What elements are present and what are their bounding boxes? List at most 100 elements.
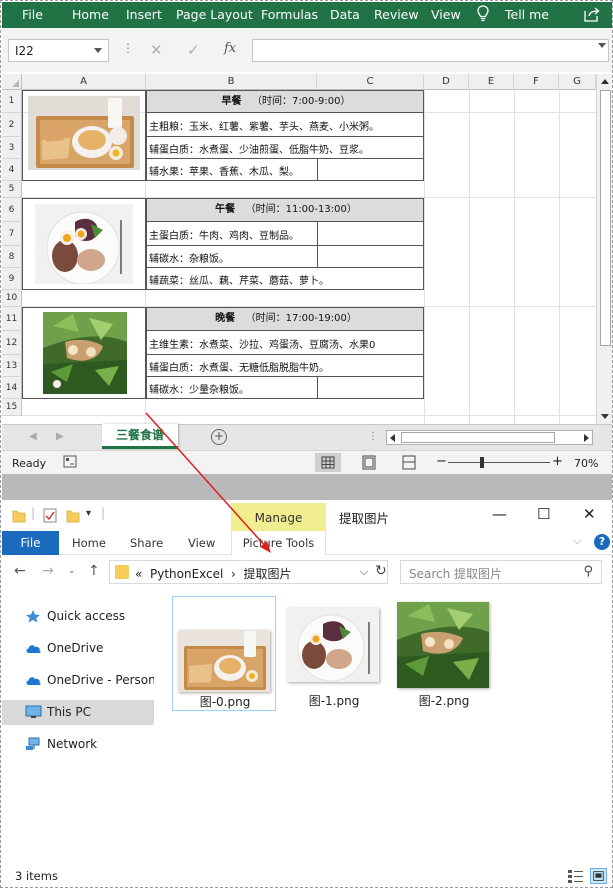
tab-file[interactable]: File xyxy=(22,7,43,22)
worksheet-grid[interactable]: A B C D E F G 1 2 3 4 5 6 7 8 9 10 11 12… xyxy=(2,72,612,424)
vertical-scrollbar[interactable] xyxy=(596,74,612,424)
zoom-slider-track[interactable] xyxy=(448,462,550,463)
macro-recording-icon[interactable] xyxy=(63,455,77,468)
column-header-d[interactable]: D xyxy=(424,74,469,90)
dinner-line-3[interactable]: 辅碳水：少量杂粮饭。 xyxy=(146,377,424,399)
row-header[interactable]: 15 xyxy=(2,399,22,416)
normal-view-button[interactable] xyxy=(315,453,341,472)
scroll-down-icon[interactable] xyxy=(601,414,609,419)
scroll-left-icon[interactable] xyxy=(390,434,395,442)
insert-function-button[interactable]: fx xyxy=(224,41,236,56)
column-header-e[interactable]: E xyxy=(469,74,514,90)
column-header-g[interactable]: G xyxy=(559,74,596,90)
nav-network[interactable]: Network xyxy=(2,732,154,757)
tab-view[interactable]: View xyxy=(188,536,215,550)
breadcrumb-current[interactable]: 提取图片 xyxy=(243,567,291,581)
search-icon[interactable]: ⚲ xyxy=(583,564,593,579)
tab-home[interactable]: Home xyxy=(72,536,106,550)
row-header[interactable]: 5 xyxy=(2,181,22,198)
dinner-line-1[interactable]: 主维生素：水煮菜、沙拉、鸡蛋汤、豆腐汤、水果0 xyxy=(146,331,424,355)
breakfast-line-2[interactable]: 辅蛋白质：水煮蛋、少油煎蛋、低脂牛奶、豆浆。 xyxy=(146,137,424,159)
row-header[interactable]: 8 xyxy=(2,246,22,268)
column-header-b[interactable]: B xyxy=(146,74,317,90)
nav-this-pc[interactable]: This PC xyxy=(2,700,154,725)
row-header[interactable]: 11 xyxy=(2,307,22,331)
scroll-up-icon[interactable] xyxy=(601,79,609,84)
manage-contextual-tab[interactable]: Manage xyxy=(231,503,326,531)
horizontal-scrollbar[interactable] xyxy=(386,430,593,445)
help-icon[interactable]: ? xyxy=(594,534,610,550)
row-header[interactable]: 13 xyxy=(2,355,22,377)
details-view-icon[interactable] xyxy=(567,868,584,884)
dinner-photo[interactable] xyxy=(43,312,127,394)
forward-arrow-icon[interactable]: → xyxy=(42,563,54,579)
add-sheet-icon[interactable]: + xyxy=(211,429,227,445)
row-header[interactable]: 9 xyxy=(2,268,22,290)
row-header[interactable]: 14 xyxy=(2,377,22,399)
lunch-line-1[interactable]: 主蛋白质：牛肉、鸡肉、豆制品。 xyxy=(146,222,424,246)
recent-locations-icon[interactable]: ⌄ xyxy=(68,566,76,576)
maximize-icon[interactable]: ☐ xyxy=(537,505,550,523)
sheet-tab-active[interactable]: 三餐食谱 xyxy=(102,424,178,449)
nav-onedrive[interactable]: OneDrive xyxy=(2,636,154,661)
zoom-out-button[interactable]: − xyxy=(436,454,447,469)
prev-sheet-icon[interactable]: ◀ xyxy=(29,431,37,442)
breakfast-line-3[interactable]: 辅水果：苹果、香蕉、木瓜、梨。 xyxy=(146,159,424,181)
tab-home[interactable]: Home xyxy=(72,7,109,22)
customize-toolbar-icon[interactable]: ▾ xyxy=(86,508,91,519)
back-arrow-icon[interactable]: ← xyxy=(14,563,26,579)
breakfast-photo[interactable] xyxy=(28,96,140,170)
new-folder-icon[interactable] xyxy=(66,508,80,523)
breadcrumb-parent[interactable]: PythonExcel xyxy=(150,567,223,581)
refresh-icon[interactable]: ↻ xyxy=(375,563,387,579)
expand-ribbon-icon[interactable]: ⌵ xyxy=(573,534,581,548)
cancel-icon[interactable]: ✕ xyxy=(150,41,163,59)
row-header[interactable]: 12 xyxy=(2,331,22,355)
zoom-in-button[interactable]: + xyxy=(552,454,563,469)
breadcrumb-separator[interactable]: › xyxy=(231,567,236,581)
address-bar[interactable]: « PythonExcel › 提取图片 ⌵ ↻ xyxy=(109,560,388,584)
folder-icon[interactable] xyxy=(12,508,26,523)
scroll-right-icon[interactable] xyxy=(584,434,589,442)
scroll-thumb[interactable] xyxy=(401,432,555,443)
page-layout-view-button[interactable] xyxy=(356,453,382,472)
row-header[interactable]: 7 xyxy=(2,222,22,246)
column-header-c[interactable]: C xyxy=(317,74,424,90)
tab-review[interactable]: Review xyxy=(374,7,419,22)
lunch-line-3[interactable]: 辅蔬菜：丝瓜、藕、芹菜、蘑菇、萝卜。 xyxy=(146,268,424,290)
row-header[interactable]: 3 xyxy=(2,137,22,159)
properties-icon[interactable] xyxy=(43,508,57,523)
next-sheet-icon[interactable]: ▶ xyxy=(56,431,64,442)
tab-insert[interactable]: Insert xyxy=(126,7,162,22)
tab-formulas[interactable]: Formulas xyxy=(261,7,318,22)
file-item[interactable]: 图-0.png xyxy=(172,596,276,711)
search-input[interactable]: Search 提取图片 ⚲ xyxy=(400,560,602,584)
page-break-view-button[interactable] xyxy=(396,453,422,472)
drag-handle-icon[interactable]: ⋮ xyxy=(122,41,134,55)
lunch-photo[interactable] xyxy=(35,204,133,284)
row-header[interactable]: 4 xyxy=(2,159,22,181)
breadcrumb-overflow[interactable]: « xyxy=(135,567,142,581)
name-box[interactable]: I22 xyxy=(8,39,109,62)
chevron-down-icon[interactable]: ⌵ xyxy=(360,565,368,579)
share-icon[interactable] xyxy=(584,7,600,22)
column-header-a[interactable]: A xyxy=(22,74,146,90)
file-item[interactable]: 图-2.png xyxy=(392,596,496,711)
large-icons-view-icon[interactable] xyxy=(590,868,607,884)
tab-page-layout[interactable]: Page Layout xyxy=(176,7,253,22)
dinner-line-2[interactable]: 辅蛋白质：水煮蛋、无糖低脂脱脂牛奶。 xyxy=(146,355,424,377)
nav-onedrive-personal[interactable]: OneDrive - Personal xyxy=(2,668,166,693)
tab-data[interactable]: Data xyxy=(330,7,360,22)
minimize-icon[interactable]: — xyxy=(492,505,507,523)
zoom-slider-thumb[interactable] xyxy=(480,457,484,468)
split-handle-icon[interactable]: ⋮ xyxy=(368,431,378,442)
expand-formula-bar-icon[interactable] xyxy=(598,43,606,48)
row-header[interactable]: 2 xyxy=(2,113,22,137)
row-header[interactable]: 10 xyxy=(2,290,22,307)
formula-input[interactable] xyxy=(252,39,609,62)
row-header[interactable]: 1 xyxy=(2,90,22,113)
column-header-f[interactable]: F xyxy=(514,74,559,90)
lunch-line-2[interactable]: 辅碳水：杂粮饭。 xyxy=(146,246,424,268)
tab-file[interactable]: File xyxy=(2,531,59,555)
up-arrow-icon[interactable]: ↑ xyxy=(88,563,100,579)
